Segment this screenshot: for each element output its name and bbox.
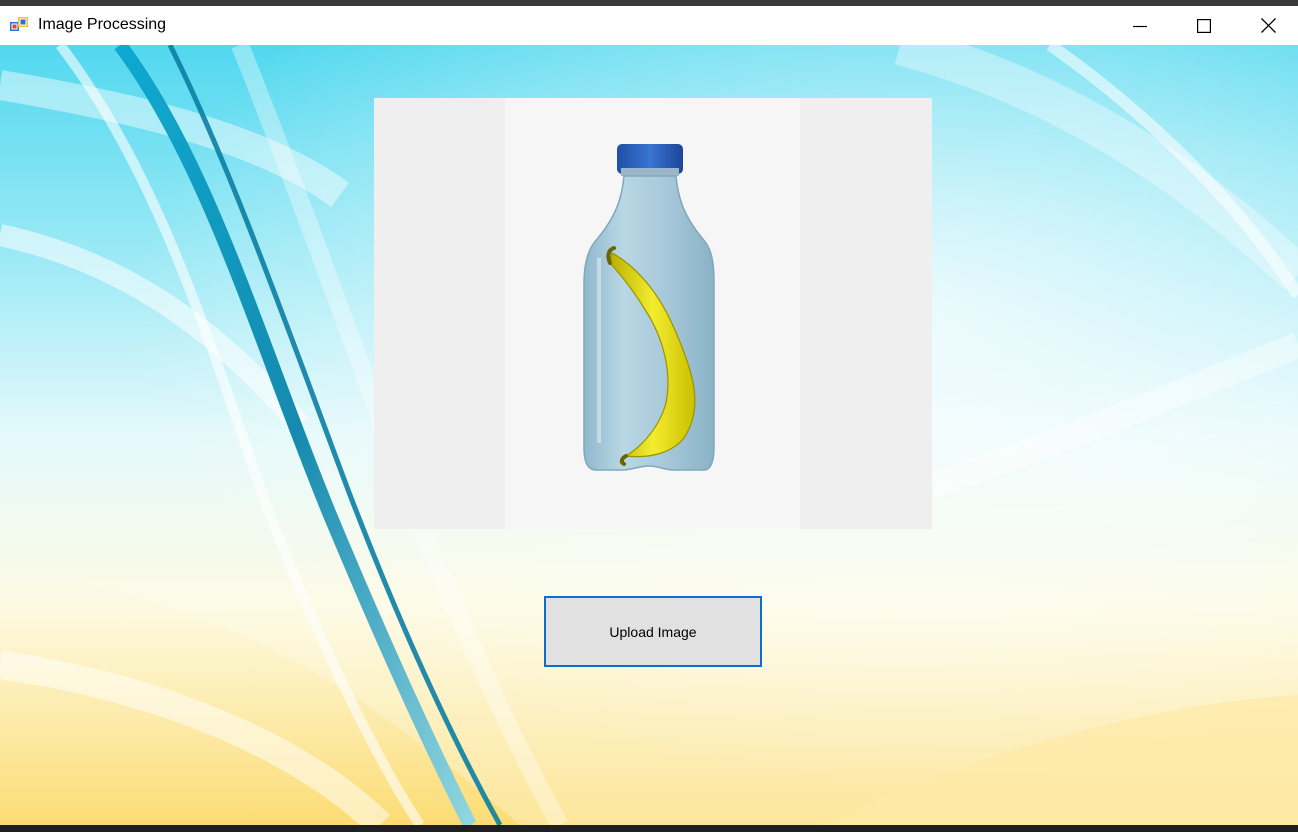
maximize-button[interactable] (1172, 6, 1236, 45)
window-title: Image Processing (38, 16, 167, 33)
upload-image-button[interactable]: Upload Image (544, 596, 762, 667)
minimize-button[interactable] (1108, 6, 1172, 45)
app-window: Image Processing Upload Image (0, 6, 1298, 825)
minimize-icon (1133, 25, 1147, 27)
close-icon (1260, 18, 1276, 33)
title-bar[interactable]: Image Processing (0, 6, 1298, 45)
bottle-with-banana-image (374, 98, 932, 529)
background-taskbar-strip-bottom (0, 825, 1298, 832)
picture-box (374, 98, 932, 529)
maximize-icon (1197, 18, 1211, 33)
screen: Image Processing Upload Image (0, 0, 1298, 832)
form-client-area: Upload Image (0, 45, 1298, 825)
close-button[interactable] (1236, 6, 1298, 45)
windows-form-icon (10, 17, 28, 31)
